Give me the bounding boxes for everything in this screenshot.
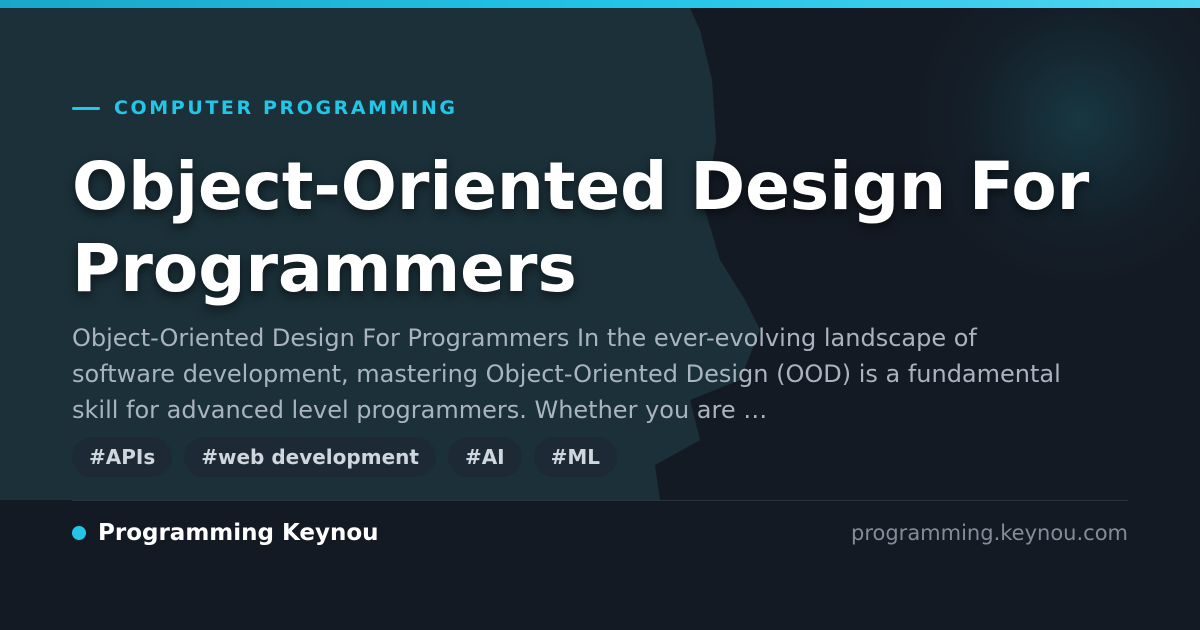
- card-content: COMPUTER PROGRAMMING Object-Oriented Des…: [72, 0, 1132, 630]
- page-title: Object-Oriented Design For Programmers: [72, 148, 1090, 307]
- social-card: COMPUTER PROGRAMMING Object-Oriented Des…: [0, 0, 1200, 630]
- category-label: COMPUTER PROGRAMMING: [114, 97, 458, 119]
- tag-list: #APIs #web development #AI #ML: [72, 437, 618, 477]
- description: Object-Oriented Design For Programmers I…: [72, 324, 1061, 424]
- brand-name: Programming Keynou: [98, 520, 379, 546]
- site-domain[interactable]: programming.keynou.com: [851, 519, 1128, 547]
- tag-apis[interactable]: #APIs: [72, 437, 173, 477]
- tag-web-development[interactable]: #web development: [184, 437, 436, 477]
- footer-divider: [72, 500, 1128, 501]
- brand-dot-icon: [72, 526, 86, 540]
- category-kicker: COMPUTER PROGRAMMING: [72, 96, 458, 120]
- tag-ml[interactable]: #ML: [533, 437, 618, 477]
- brand[interactable]: Programming Keynou: [72, 519, 379, 547]
- kicker-line-icon: [72, 106, 100, 110]
- accent-top-bar: [0, 0, 1200, 8]
- tag-ai[interactable]: #AI: [447, 437, 522, 477]
